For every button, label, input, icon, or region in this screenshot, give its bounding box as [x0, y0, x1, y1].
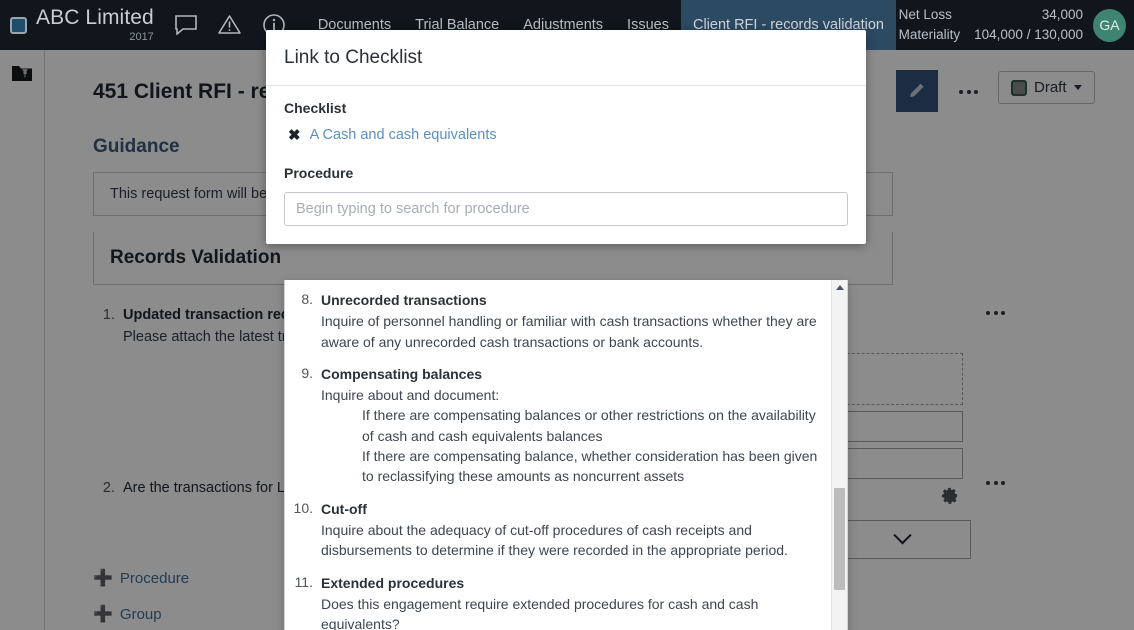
- checklist-label: Checklist: [284, 100, 347, 116]
- warning-icon[interactable]: [216, 11, 244, 39]
- engagement-metrics: Net Loss 34,000 Materiality 104,000 / 13…: [899, 5, 1083, 44]
- procedure-sub-item: If there are compensating balance, wheth…: [362, 448, 818, 485]
- brand-logo-icon: [10, 16, 27, 34]
- procedure-number: 8.: [301, 291, 313, 307]
- checklist-item-link[interactable]: A Cash and cash equivalents: [310, 127, 497, 143]
- top-right-area: Net Loss 34,000 Materiality 104,000 / 13…: [899, 0, 1126, 50]
- metric-net-loss-value: 34,000: [1041, 7, 1083, 23]
- application-window: ABC Limited 2017 Documents Trial Balance…: [0, 0, 1134, 630]
- procedure-option[interactable]: 10. Cut-off Inquire about the adequacy o…: [285, 499, 823, 573]
- procedure-body: Cut-off Inquire about the adequacy of cu…: [321, 499, 819, 561]
- procedure-title: Compensating balances: [321, 365, 483, 382]
- procedure-search-wrap: [284, 192, 848, 226]
- triangle-up-icon: [835, 285, 844, 290]
- user-avatar[interactable]: GA: [1093, 8, 1126, 42]
- procedure-option[interactable]: 8. Unrecorded transactions Inquire of pe…: [285, 290, 823, 364]
- procedure-option[interactable]: 11. Extended procedures Does this engage…: [285, 573, 823, 630]
- metric-net-loss-label: Net Loss: [898, 7, 952, 23]
- procedure-number: 11.: [294, 573, 313, 590]
- procedure-body: Compensating balances Inquire about and …: [321, 364, 819, 487]
- comment-icon[interactable]: [172, 11, 200, 39]
- procedure-title: Cut-off: [321, 500, 367, 517]
- procedure-title: Extended procedures: [321, 574, 465, 591]
- scrollbar-thumb[interactable]: [834, 488, 845, 590]
- procedure-label: Procedure: [284, 165, 354, 181]
- selected-checklist-row: ✖ A Cash and cash equivalents: [284, 127, 848, 143]
- procedure-body: Unrecorded transactions Inquire of perso…: [321, 290, 819, 352]
- dialog-body: Checklist ✖ A Cash and cash equivalents …: [266, 86, 866, 244]
- metric-net-loss: Net Loss 34,000: [899, 5, 1083, 25]
- link-to-checklist-dialog: Link to Checklist Checklist ✖ A Cash and…: [266, 30, 866, 244]
- metric-materiality-label: Materiality: [898, 27, 961, 42]
- procedure-description: Inquire about and document:: [321, 387, 500, 404]
- procedure-search-input[interactable]: [284, 192, 848, 226]
- procedure-results-dropdown: 8. Unrecorded transactions Inquire of pe…: [284, 280, 848, 630]
- dialog-title: Link to Checklist: [284, 47, 423, 68]
- metric-materiality: Materiality 104,000 / 130,000: [899, 25, 1083, 45]
- client-name: ABC Limited: [36, 6, 154, 29]
- scroll-up-button[interactable]: [832, 280, 847, 295]
- procedure-body: Extended procedures Does this engagement…: [321, 573, 819, 630]
- procedure-description: Inquire about the adequacy of cut-off pr…: [321, 521, 788, 559]
- procedure-option[interactable]: 9. Compensating balances Inquire about a…: [285, 364, 823, 499]
- results-scrollbar[interactable]: [831, 280, 847, 630]
- dialog-header: Link to Checklist: [266, 30, 866, 86]
- procedure-number: 9.: [301, 364, 313, 381]
- procedure-number: 10.: [293, 499, 313, 516]
- procedure-title: Unrecorded transactions: [321, 292, 487, 308]
- procedure-description: Does this engagement require extended pr…: [321, 595, 759, 630]
- procedure-sub-item: If there are compensating balances or ot…: [362, 407, 816, 444]
- close-x-icon[interactable]: ✖: [288, 128, 301, 143]
- brand-text: ABC Limited 2017: [36, 7, 154, 43]
- brand-area: ABC Limited 2017: [0, 0, 154, 50]
- metric-materiality-value: 104,000 / 130,000: [974, 27, 1083, 42]
- procedure-description: Inquire of personnel handling or familia…: [321, 313, 817, 350]
- procedure-results-list: 8. Unrecorded transactions Inquire of pe…: [285, 280, 831, 630]
- fiscal-year: 2017: [129, 31, 154, 43]
